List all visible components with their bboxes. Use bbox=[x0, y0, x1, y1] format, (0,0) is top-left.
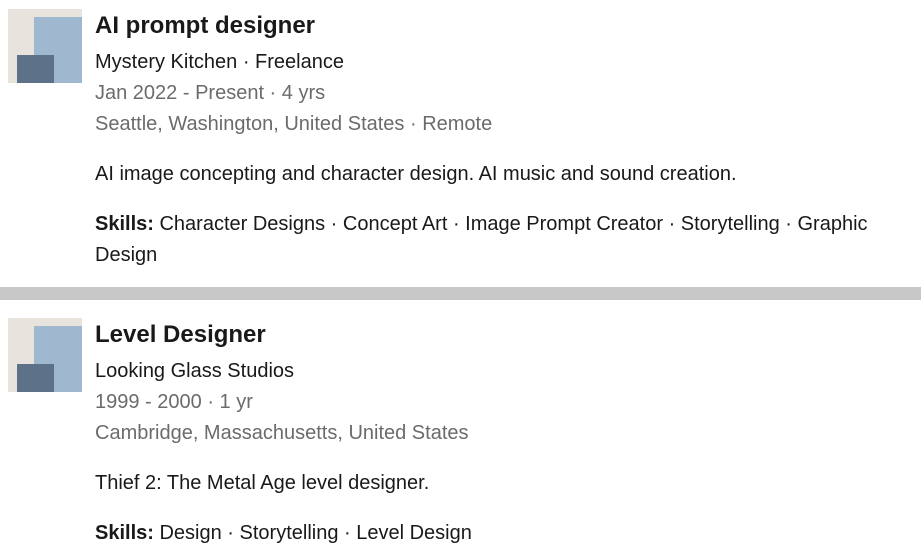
company-name: Looking Glass Studios bbox=[95, 360, 295, 382]
company-logo-icon[interactable] bbox=[8, 9, 82, 83]
skills-label: Skills: bbox=[95, 522, 154, 544]
experience-item: Level Designer Looking Glass Studios 199… bbox=[0, 300, 921, 553]
skills-label: Skills: bbox=[95, 213, 154, 235]
skills-list: Character Designs · Concept Art · Image … bbox=[95, 213, 868, 266]
job-title: Level Designer bbox=[95, 321, 266, 348]
job-location: Cambridge, Massachusetts, United States bbox=[95, 422, 469, 444]
company-name: Mystery Kitchen · Freelance bbox=[95, 51, 344, 73]
company-logo-icon[interactable] bbox=[8, 318, 82, 392]
job-dates: 1999 - 2000 · 1 yr bbox=[95, 391, 253, 413]
logo-shape-front bbox=[17, 55, 54, 83]
section-divider bbox=[0, 287, 921, 300]
job-dates: Jan 2022 - Present · 4 yrs bbox=[95, 82, 326, 104]
job-skills: Skills: Character Designs · Concept Art … bbox=[95, 209, 921, 271]
logo-shape-front bbox=[17, 364, 54, 392]
skills-list: Design · Storytelling · Level Design bbox=[159, 522, 472, 544]
job-location: Seattle, Washington, United States · Rem… bbox=[95, 113, 493, 135]
job-skills: Skills: Design · Storytelling · Level De… bbox=[95, 518, 921, 549]
job-description: Thief 2: The Metal Age level designer. bbox=[95, 472, 430, 494]
experience-item: AI prompt designer Mystery Kitchen · Fre… bbox=[0, 0, 921, 287]
job-title: AI prompt designer bbox=[95, 12, 316, 39]
job-description: AI image concepting and character design… bbox=[95, 163, 737, 185]
